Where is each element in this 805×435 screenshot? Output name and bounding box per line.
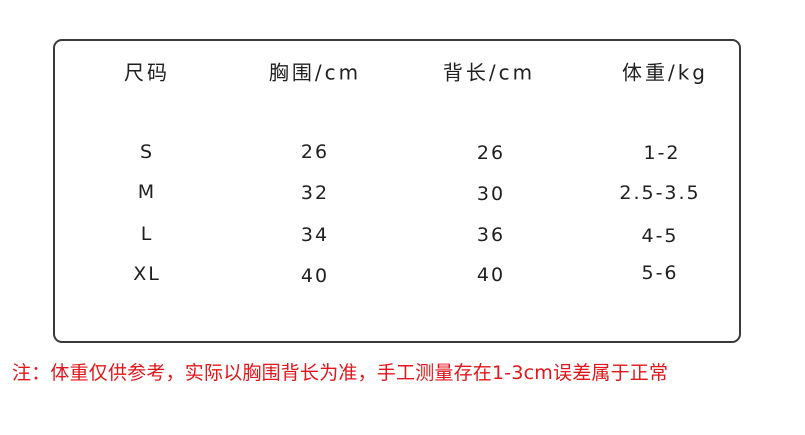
header-size: 尺码 <box>124 60 170 85</box>
row-xl-chest: 40 <box>300 265 330 287</box>
measurement-note: 注：体重仅供参考，实际以胸围背长为准，手工测量存在1-3cm误差属于正常 <box>12 362 669 384</box>
row-m-size: M <box>137 181 157 203</box>
row-l-weight: 4-5 <box>641 225 679 247</box>
row-m-back: 30 <box>476 183 506 205</box>
header-back-length: 背长/cm <box>442 60 536 85</box>
row-xl-weight: 5-6 <box>641 262 679 284</box>
row-l-back: 36 <box>476 224 506 246</box>
row-s-chest: 26 <box>300 141 330 163</box>
row-s-back: 26 <box>476 142 506 164</box>
header-weight: 体重/kg <box>621 60 709 85</box>
row-xl-back: 40 <box>476 264 506 286</box>
header-chest: 胸围/cm <box>268 60 362 85</box>
row-l-size: L <box>140 223 154 245</box>
row-xl-size: XL <box>133 263 161 285</box>
row-l-chest: 34 <box>300 224 330 246</box>
row-s-weight: 1-2 <box>643 142 681 164</box>
row-m-weight: 2.5-3.5 <box>619 182 701 204</box>
row-s-size: S <box>139 141 155 163</box>
row-m-chest: 32 <box>300 182 330 204</box>
